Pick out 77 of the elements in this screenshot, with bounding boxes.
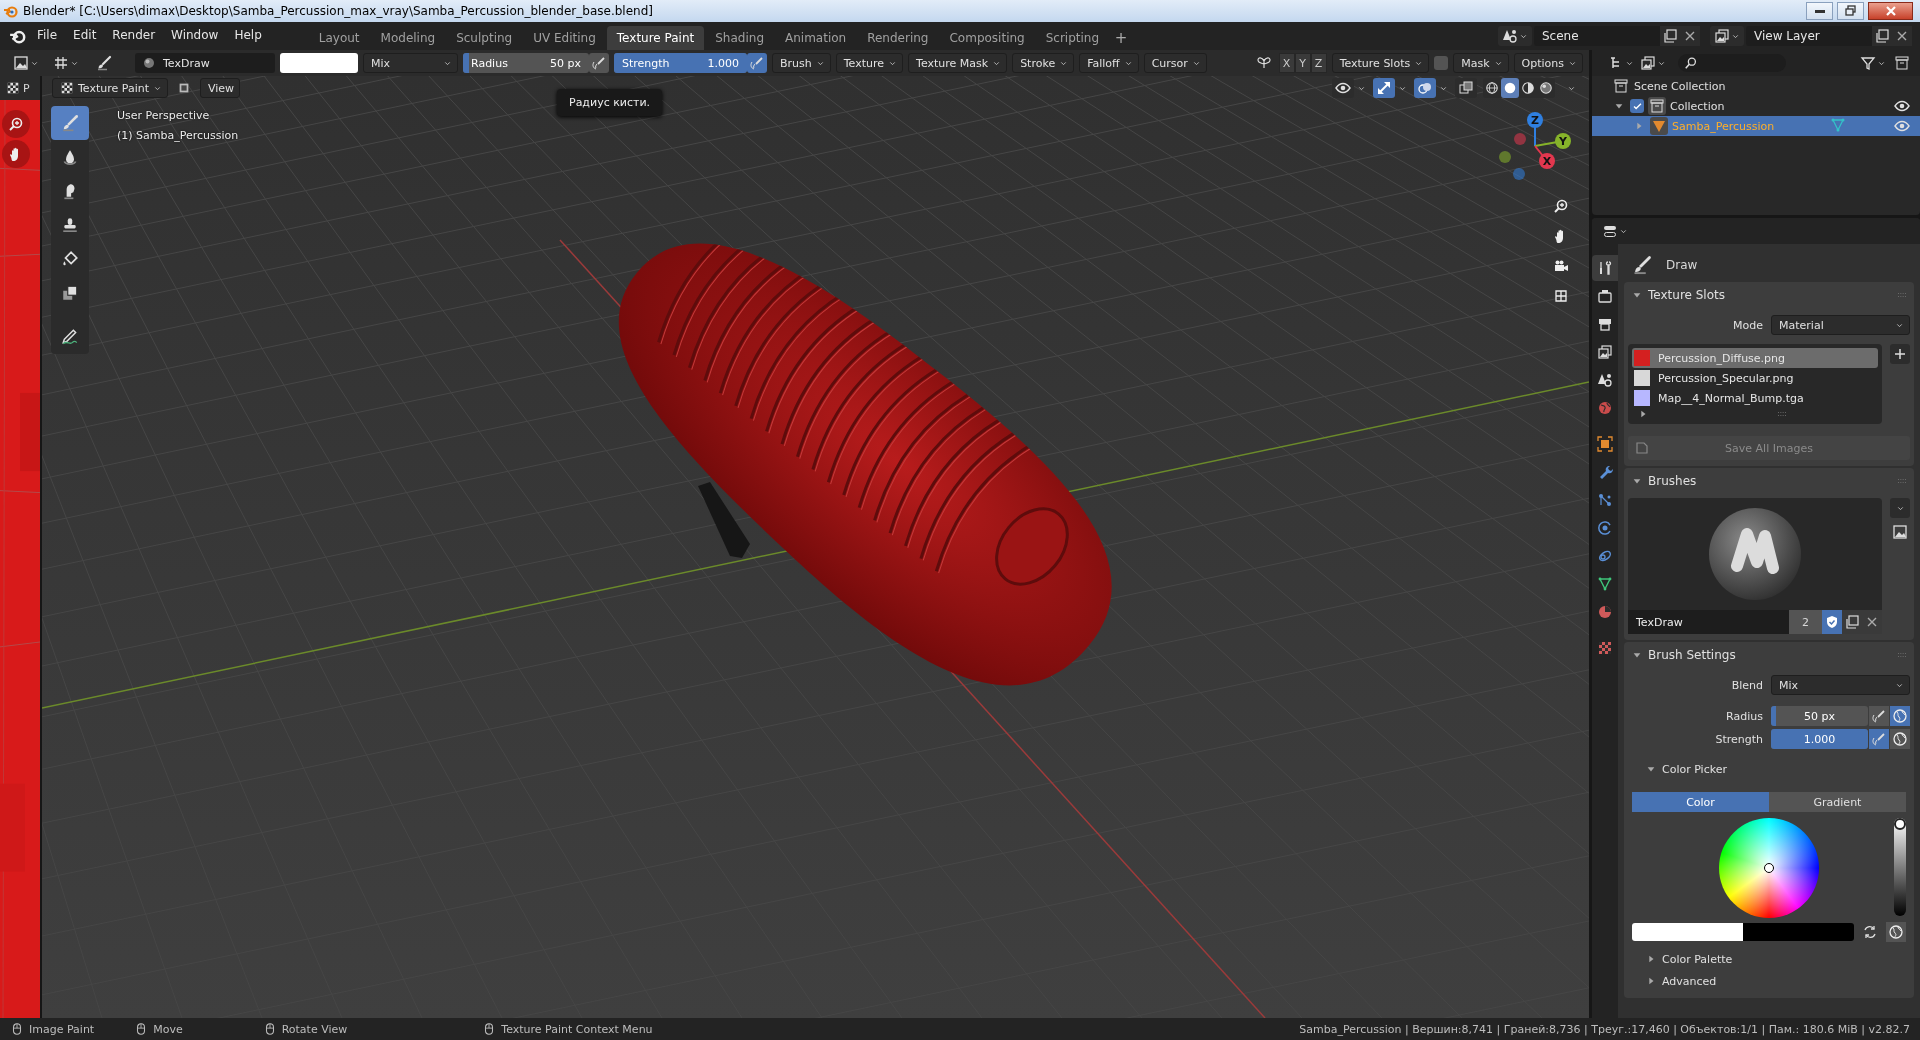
workspace-tab[interactable]: Rendering	[857, 26, 939, 50]
workspace-tab[interactable]: UV Editing	[523, 26, 606, 50]
workspace-tab[interactable]: Scripting	[1035, 26, 1110, 50]
menu-item[interactable]: File	[30, 23, 65, 46]
navigation-gizmo[interactable]: Z Y X	[1492, 108, 1582, 188]
tree-row[interactable]: Scene Collection	[1592, 76, 1920, 96]
field-label: Strength	[1714, 732, 1763, 746]
mode-dropdown[interactable]: Material	[1771, 315, 1910, 335]
slot-name: Map__4_Normal_Bump.tga	[1658, 391, 1804, 405]
brush-name-field[interactable]: TexDraw	[1628, 610, 1789, 634]
panel-header[interactable]: Texture Slots	[1624, 282, 1914, 308]
blend-dropdown[interactable]: Mix	[363, 53, 458, 73]
menu-item[interactable]: Help	[227, 23, 269, 46]
menu-item[interactable]: Edit	[66, 23, 104, 46]
color-mode-tab[interactable]: Gradient	[1769, 792, 1906, 812]
axis-toggle[interactable]: X	[1278, 53, 1295, 73]
item-label: Samba_Percussion	[1672, 119, 1775, 133]
tooltip: Радиус кисти.	[557, 89, 663, 116]
object-name: (1) Samba_Percussion	[117, 128, 239, 144]
scene-statistics: Samba_Percussion | Вершин:8,741 | Граней:8,736 | Треуг.:17,460 | Объектов:1/1 | Пам.: 180.6 MiB | v2.82.7	[1299, 1022, 1910, 1036]
menu-item[interactable]: Window	[164, 23, 226, 46]
status-hint: Rotate View	[281, 1022, 348, 1036]
radius-slider[interactable]: Radius 50 px	[463, 53, 589, 73]
panel-header[interactable]: Brush Settings	[1624, 642, 1914, 668]
panel-header[interactable]: Color Picker	[1628, 758, 1910, 780]
slot-item[interactable]: Percussion_Diffuse.png	[1632, 348, 1878, 368]
menu-item[interactable]: Render	[105, 23, 163, 46]
header-label: P	[23, 81, 30, 95]
menu-dropdown[interactable]: Texture Mask	[908, 53, 1008, 73]
status-hint: Move	[153, 1022, 183, 1036]
mode-dropdown[interactable]: Texture Paint	[52, 78, 168, 98]
view-layer-field[interactable]: View Layer	[1746, 26, 1872, 46]
window-title: Blender* [C:\Users\dimax\Desktop\Samba_Percussion_max_vray\Samba_Percussion_blender_base.blend]	[23, 4, 654, 18]
item-label: Collection	[1670, 99, 1725, 113]
blend-dropdown[interactable]: Mix	[1771, 675, 1910, 695]
panel-header[interactable]: Color Palette	[1628, 948, 1910, 970]
workspace-tab[interactable]: Shading	[705, 26, 774, 50]
mask-dropdown[interactable]: Mask	[1453, 53, 1509, 73]
tool-name: Draw	[1666, 258, 1698, 272]
status-hint: Image Paint	[29, 1022, 95, 1036]
axis-handle[interactable]: Z	[1527, 112, 1543, 147]
menu-dropdown[interactable]: Texture	[835, 53, 904, 73]
workspace-tab[interactable]: Animation	[775, 26, 857, 50]
panel-header[interactable]: Advanced	[1628, 970, 1910, 992]
slot-name: Percussion_Diffuse.png	[1658, 351, 1786, 365]
add-workspace-button[interactable]: +	[1110, 26, 1133, 50]
menu-dropdown[interactable]: Cursor	[1143, 53, 1207, 73]
color-mode-tab[interactable]: Color	[1632, 792, 1769, 812]
slot-item[interactable]: Percussion_Specular.png	[1632, 368, 1878, 388]
workspace-tab[interactable]: Layout	[308, 26, 370, 50]
view-menu[interactable]: View	[200, 78, 241, 98]
panel-header[interactable]: Brushes	[1624, 468, 1914, 494]
menu-dropdown[interactable]: Brush	[772, 53, 831, 73]
user-count-field[interactable]: 2	[1789, 610, 1822, 634]
workspace-tab[interactable]: Texture Paint	[606, 26, 705, 50]
axis-handle[interactable]: Y	[1534, 133, 1571, 149]
menu-dropdown[interactable]: Falloff	[1079, 53, 1139, 73]
item-label: Scene Collection	[1634, 79, 1726, 93]
options-dropdown[interactable]: Options	[1513, 53, 1583, 73]
status-hint: Texture Paint Context Menu	[501, 1022, 653, 1036]
brush-name-field[interactable]: TexDraw	[135, 53, 275, 73]
strength-slider[interactable]: 1.000	[1771, 729, 1868, 749]
tree-row[interactable]: Collection	[1592, 96, 1920, 116]
field-label: Mode	[1732, 318, 1763, 332]
menu-dropdown[interactable]: Stroke	[1012, 53, 1075, 73]
workspace-tab[interactable]: Compositing	[939, 26, 1035, 50]
field-label: Radius	[1725, 709, 1763, 723]
strength-slider[interactable]: Strength 1.000	[614, 53, 747, 73]
texture-slots-dropdown[interactable]: Texture Slots	[1331, 53, 1430, 73]
radius-slider[interactable]: 50 px	[1771, 706, 1868, 726]
slot-item[interactable]: Map__4_Normal_Bump.tga	[1632, 388, 1878, 408]
slot-name: Percussion_Specular.png	[1658, 371, 1794, 385]
workspace-tab[interactable]: Sculpting	[446, 26, 523, 50]
workspace-tab[interactable]: Modeling	[370, 26, 446, 50]
field-label: Blend	[1730, 678, 1763, 692]
view-name: User Perspective	[117, 108, 211, 124]
scene-field[interactable]: Scene	[1534, 26, 1660, 46]
